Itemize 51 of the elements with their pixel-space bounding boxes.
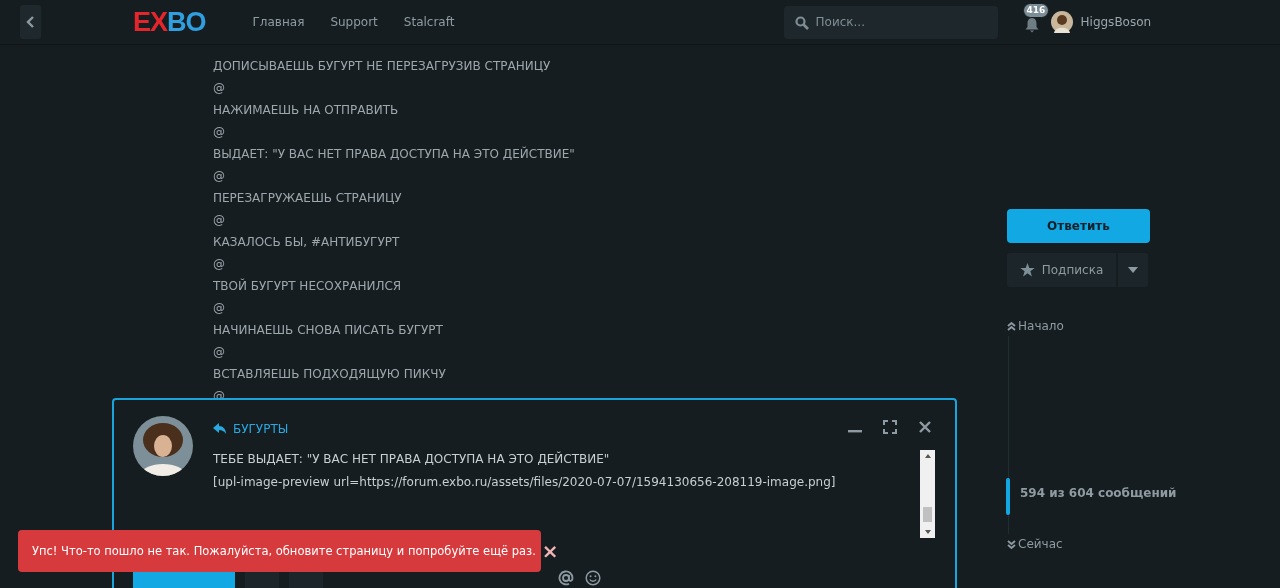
double-chevron-up-icon <box>1007 321 1016 331</box>
post-text-line: НАЖИМАЕШЬ НА ОТПРАВИТЬ <box>213 102 400 119</box>
star-icon <box>1019 263 1035 277</box>
emoji-icon[interactable] <box>585 570 601 586</box>
post-text-line: КАЗАЛОСЬ БЫ, #АНТИБУГУРТ <box>213 234 401 251</box>
user-menu[interactable]: HiggsBoson <box>1050 11 1152 33</box>
post-text-line: @ <box>213 256 226 273</box>
post-text-line: @ <box>213 212 226 229</box>
nav-link[interactable]: Главная <box>252 15 305 29</box>
avatar-icon <box>1050 11 1073 33</box>
post-text-line: @ <box>213 124 226 141</box>
scroll-to-now-link[interactable]: Сейчас <box>1007 536 1157 552</box>
fullscreen-button[interactable] <box>882 419 898 435</box>
post-text-line: НАЧИНАЕШЬ СНОВА ПИСАТЬ БУГУРТ <box>213 322 444 339</box>
reply-target-link[interactable]: БУГУРТЫ <box>213 422 289 436</box>
close-icon <box>919 421 931 433</box>
close-button[interactable] <box>917 419 933 435</box>
post-text-line: ДОПИСЫВАЕШЬ БУГУРТ НЕ ПЕРЕЗАГРУЗИВ СТРАНИЦУ <box>213 58 552 75</box>
post-text-line: @ <box>213 80 226 97</box>
notification-count: 416 <box>1022 3 1050 18</box>
scroll-to-start-link[interactable]: Начало <box>1007 318 1157 334</box>
post-text-line: ВЫДАЕТ: "У ВАС НЕТ ПРАВА ДОСТУПА НА ЭТО ДЕЙСТВИЕ" <box>213 145 576 163</box>
message-field[interactable]: ТЕБЕ ВЫДАЕТ: "У ВАС НЕТ ПРАВА ДОСТУПА НА ЭТО ДЕЙСТВИЕ" [upl-image-preview url=https://forum.exbo.ru/assets/files/2020-07-07/1594130656-208119-image.png] <box>213 448 920 536</box>
mention-icon[interactable] <box>558 570 574 586</box>
chevron-left-icon <box>25 15 36 29</box>
reply-arrow-icon <box>213 423 227 435</box>
fullscreen-icon <box>883 420 897 434</box>
post-text-line: @ <box>213 344 226 361</box>
post-text-line: ПЕРЕЗАГРУЖАЕШЬ СТРАНИЦУ <box>213 190 403 207</box>
minimize-icon <box>848 429 862 433</box>
post-text-line: ВСТАВЛЯЕШЬ ПОДХОДЯЩУЮ ПИКЧУ <box>213 366 447 383</box>
nav-link[interactable]: Support <box>330 15 378 29</box>
nav-link[interactable]: Stalcraft <box>403 15 455 29</box>
back-button[interactable] <box>20 5 41 39</box>
avatar-icon <box>133 416 193 476</box>
post-text-line: @ <box>213 168 226 185</box>
scrollbar[interactable] <box>920 450 935 538</box>
bell-icon[interactable] <box>1024 17 1039 33</box>
subscribe-button[interactable]: Подписка <box>1007 253 1116 287</box>
search-field[interactable]: Поиск... <box>783 5 998 39</box>
search-icon <box>794 15 809 30</box>
post-text-line: @ <box>213 300 226 317</box>
post-position: 594 из 604 сообщений <box>1020 486 1177 500</box>
dropdown-button[interactable] <box>1118 253 1148 287</box>
logo[interactable]: EXBO <box>133 7 206 37</box>
scrubber-handle[interactable] <box>1006 478 1010 515</box>
post-text-line: ТВОЙ БУГУРТ НЕСОХРАНИЛСЯ <box>213 277 403 295</box>
caret-icon <box>1128 267 1138 273</box>
double-chevron-down-icon <box>1007 539 1016 549</box>
reply-button[interactable]: Ответить <box>1007 209 1150 243</box>
close-button[interactable]: × <box>535 541 559 561</box>
